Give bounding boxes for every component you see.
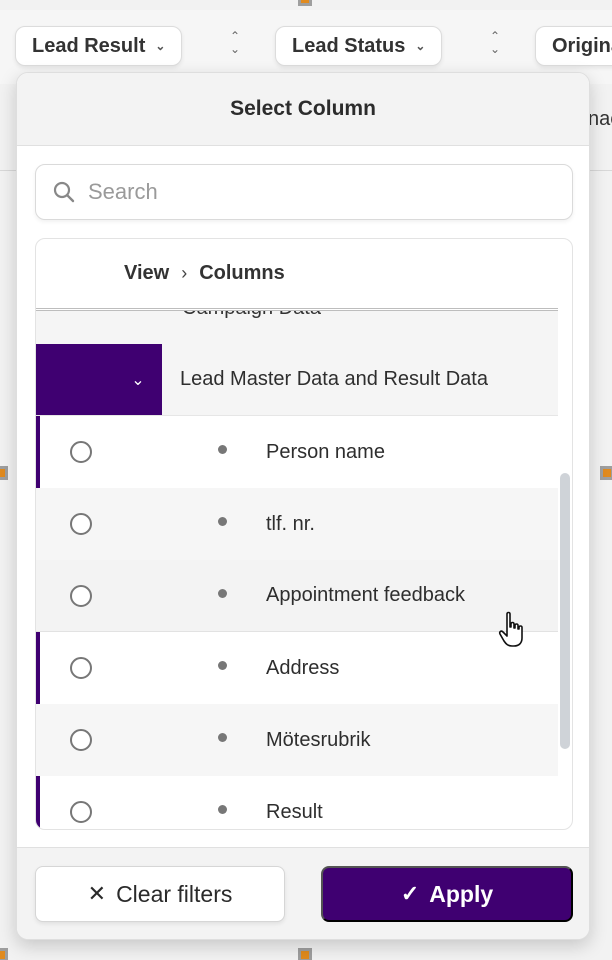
item-label: Address — [266, 656, 340, 679]
radio-button[interactable] — [70, 513, 92, 535]
background-marker — [600, 466, 612, 480]
list-item[interactable]: tlf. nr. — [36, 488, 558, 560]
clear-filters-button[interactable]: ✕ Clear filters — [35, 866, 285, 922]
search-icon — [53, 181, 75, 203]
radio-button[interactable] — [70, 729, 92, 751]
chevron-down-icon: ⌄ — [415, 39, 426, 53]
apply-label: Apply — [429, 880, 494, 907]
popup-footer: ✕ Clear filters ✓ Apply — [17, 847, 589, 939]
radio-button[interactable] — [70, 441, 92, 463]
scrollbar[interactable] — [560, 473, 570, 749]
list-item[interactable]: Address — [36, 632, 558, 704]
hand-cursor-icon — [498, 611, 523, 647]
column-header-label: Lead Result — [32, 34, 146, 57]
group-label: Campaign Data — [182, 311, 321, 320]
breadcrumb-columns[interactable]: Columns — [199, 262, 285, 285]
list-item[interactable]: Person name — [36, 416, 558, 488]
breadcrumb: View › Columns — [36, 239, 558, 311]
group-row-campaign-data[interactable]: Campaign Data — [36, 311, 558, 344]
column-header-lead-status[interactable]: Lead Status ⌄ — [275, 26, 442, 66]
group-items: Person name tlf. nr. Appointment feedbac… — [36, 416, 572, 829]
bullet-icon — [218, 517, 227, 526]
search-box[interactable] — [35, 164, 573, 220]
column-header-original[interactable]: Origina — [535, 26, 612, 66]
group-label: Lead Master Data and Result Data — [180, 368, 488, 390]
group-row-lead-master-data[interactable]: ⌄ Lead Master Data and Result Data — [36, 344, 558, 416]
chevron-down-icon: ⌄ — [155, 39, 166, 53]
column-header-label: Origina — [552, 34, 612, 57]
list-item[interactable]: Result — [36, 776, 558, 829]
column-tree: View › Columns Campaign Data ⌄ Lead Mast… — [35, 238, 573, 830]
list-item[interactable]: Appointment feedback — [36, 560, 558, 632]
sort-icon[interactable]: ⌃ ⌄ — [487, 30, 503, 60]
background-marker — [0, 948, 8, 960]
breadcrumb-view[interactable]: View — [124, 262, 169, 285]
radio-button[interactable] — [70, 801, 92, 823]
apply-button[interactable]: ✓ Apply — [321, 866, 573, 922]
bullet-icon — [218, 589, 227, 598]
radio-button[interactable] — [70, 657, 92, 679]
popup-title: Select Column — [17, 73, 589, 146]
item-label: Person name — [266, 440, 385, 463]
bullet-icon — [218, 445, 227, 454]
background-cell-text: nae — [588, 108, 612, 130]
item-label: Appointment feedback — [266, 584, 466, 606]
background-marker — [0, 466, 8, 480]
item-label: Result — [266, 800, 323, 823]
list-item[interactable]: Mötesrubrik — [36, 704, 558, 776]
background-marker — [298, 948, 312, 960]
bullet-icon — [218, 805, 227, 814]
bullet-icon — [218, 661, 227, 670]
close-icon: ✕ — [87, 881, 107, 906]
column-header-lead-result[interactable]: Lead Result ⌄ — [15, 26, 182, 66]
search-input[interactable] — [88, 179, 572, 205]
chevron-down-icon[interactable]: ⌄ — [36, 344, 162, 415]
chevron-right-icon: › — [181, 263, 188, 283]
radio-button[interactable] — [70, 584, 92, 607]
clear-filters-label: Clear filters — [116, 880, 233, 907]
item-label: Mötesrubrik — [266, 728, 371, 751]
sort-icon[interactable]: ⌃ ⌄ — [227, 30, 243, 60]
select-column-popup: Select Column View › Columns Campaign Da… — [16, 72, 590, 940]
check-icon: ✓ — [400, 881, 420, 906]
column-header-label: Lead Status — [292, 34, 406, 57]
background-marker — [298, 0, 312, 6]
bullet-icon — [218, 733, 227, 742]
item-label: tlf. nr. — [266, 512, 315, 535]
